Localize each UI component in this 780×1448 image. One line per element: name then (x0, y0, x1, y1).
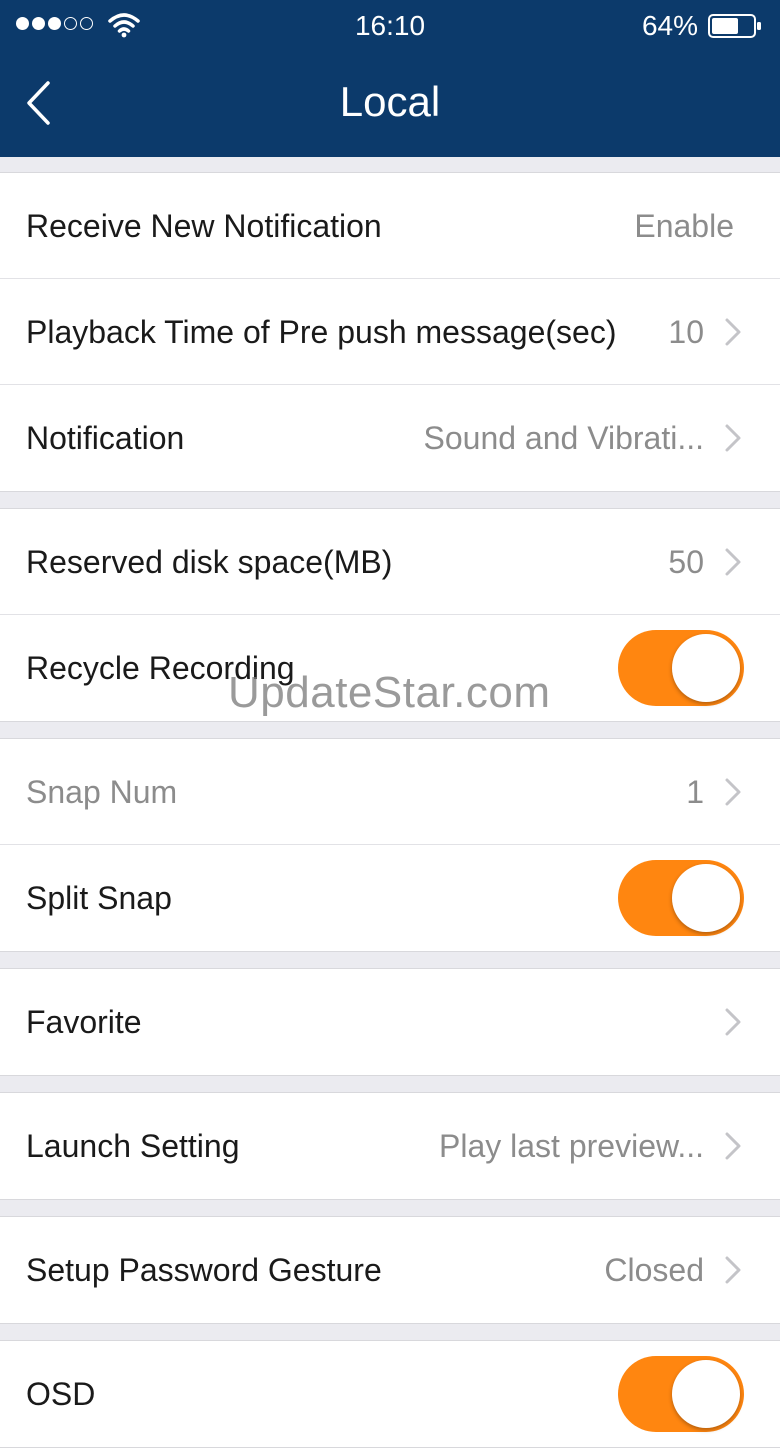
status-bar: 16:10 64% (0, 0, 780, 52)
setting-value: 10 (668, 314, 704, 350)
battery-icon (708, 14, 761, 38)
toggle-knob (672, 634, 740, 702)
playback-time-row[interactable]: Playback Time of Pre push message(sec) 1… (0, 279, 780, 385)
setting-label: Notification (26, 420, 185, 456)
setting-label: Recycle Recording (26, 650, 295, 686)
chevron-right-icon (725, 424, 741, 452)
toggle-knob (672, 1360, 740, 1428)
favorite-row[interactable]: Favorite (0, 969, 780, 1075)
setting-label: Launch Setting (26, 1128, 240, 1164)
setting-value: Sound and Vibrati... (423, 420, 705, 456)
chevron-right-icon (725, 1132, 741, 1160)
osd-row: OSD (0, 1341, 780, 1447)
setting-value: Closed (604, 1252, 704, 1288)
page-title: Local (339, 78, 441, 125)
toggle-knob (672, 864, 740, 932)
setting-label: Reserved disk space(MB) (26, 544, 393, 580)
notification-row[interactable]: Notification Sound and Vibrati... (0, 385, 780, 491)
setting-value: 50 (668, 544, 704, 580)
setting-label: Setup Password Gesture (26, 1252, 382, 1288)
password-gesture-row[interactable]: Setup Password Gesture Closed (0, 1217, 780, 1323)
split-snap-row: Split Snap (0, 845, 780, 951)
navigation-bar: Local (0, 52, 780, 157)
split-snap-toggle[interactable] (618, 860, 744, 936)
chevron-right-icon (725, 1008, 741, 1036)
reserved-disk-row[interactable]: Reserved disk space(MB) 50 (0, 509, 780, 615)
setting-label: Receive New Notification (26, 208, 382, 244)
chevron-right-icon (725, 1256, 741, 1284)
receive-notification-row[interactable]: Receive New Notification Enable (0, 173, 780, 279)
settings-group-favorite: Favorite (0, 968, 780, 1076)
settings-list: Receive New Notification Enable Playback… (0, 157, 780, 1448)
battery-percentage: 64% (641, 10, 698, 41)
setting-label: Snap Num (26, 774, 178, 810)
setting-label: OSD (26, 1376, 96, 1412)
recycle-recording-toggle[interactable] (618, 630, 744, 706)
setting-value: Play last preview... (439, 1128, 704, 1164)
settings-group-snap: Snap Num 1 Split Snap (0, 738, 780, 952)
settings-group-launch: Launch Setting Play last preview... (0, 1092, 780, 1200)
setting-value: Enable (634, 208, 734, 244)
recycle-recording-row: Recycle Recording (0, 615, 780, 721)
settings-group-osd: OSD (0, 1340, 780, 1448)
launch-setting-row[interactable]: Launch Setting Play last preview... (0, 1093, 780, 1199)
chevron-right-icon (725, 548, 741, 576)
chevron-right-icon (725, 778, 741, 806)
setting-label: Favorite (26, 1004, 142, 1040)
settings-group-storage: Reserved disk space(MB) 50 Recycle Recor… (0, 508, 780, 722)
settings-group-security: Setup Password Gesture Closed (0, 1216, 780, 1324)
snap-num-row[interactable]: Snap Num 1 (0, 739, 780, 845)
chevron-right-icon (725, 318, 741, 346)
setting-label: Split Snap (26, 880, 172, 916)
settings-group-notifications: Receive New Notification Enable Playback… (0, 172, 780, 492)
osd-toggle[interactable] (618, 1356, 744, 1432)
setting-value: 1 (686, 774, 704, 810)
setting-label: Playback Time of Pre push message(sec) (26, 314, 617, 350)
